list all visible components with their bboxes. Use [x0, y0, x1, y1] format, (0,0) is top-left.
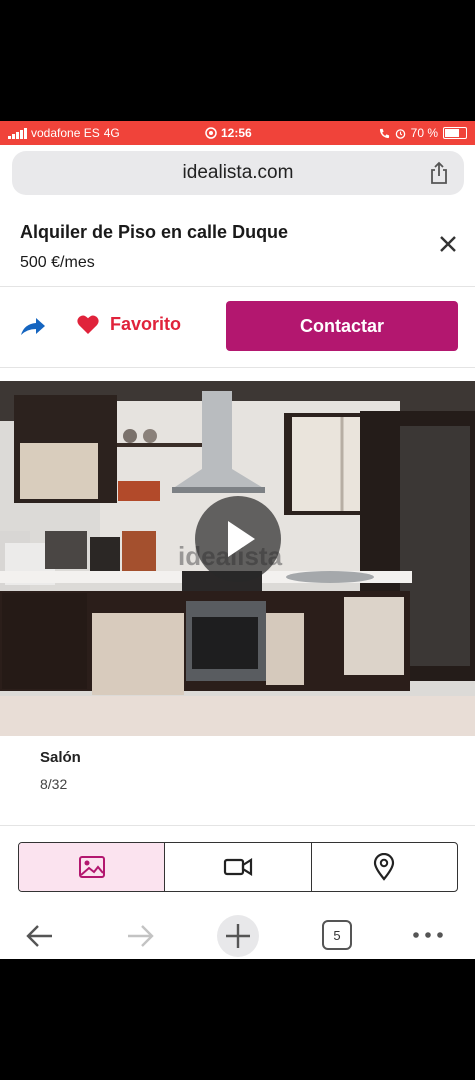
media-tabs	[18, 842, 458, 892]
phone-icon	[379, 128, 389, 138]
carrier-name: vodafone ES	[31, 126, 100, 140]
back-arrow-icon[interactable]	[24, 921, 56, 951]
browser-toolbar: 5	[0, 913, 475, 959]
recording-icon	[205, 127, 217, 139]
listing-title: Alquiler de Piso en calle Duque	[20, 222, 289, 242]
location-pin-icon	[374, 853, 395, 881]
divider	[0, 825, 475, 826]
status-bar: vodafone ES 4G 12:56 70 %	[0, 121, 475, 145]
contact-button[interactable]: Contactar	[226, 301, 458, 351]
divider	[0, 367, 475, 368]
more-options-icon[interactable]	[411, 925, 445, 945]
tab-map[interactable]	[312, 843, 457, 891]
listing-price: 500 €/mes	[20, 254, 95, 271]
plus-icon	[226, 924, 250, 948]
network-type: 4G	[103, 126, 120, 140]
new-tab-button[interactable]	[217, 915, 259, 957]
favorite-label: Favorito	[110, 314, 182, 334]
photo-counter: 8/32	[40, 776, 68, 792]
divider	[0, 286, 475, 287]
listing-photo[interactable]: idealista	[0, 381, 475, 736]
tab-video[interactable]	[165, 843, 312, 891]
image-icon	[78, 856, 105, 878]
signal-icon	[8, 127, 27, 139]
battery-icon	[443, 127, 467, 139]
play-icon	[228, 521, 255, 557]
alarm-icon	[395, 128, 405, 139]
photo-caption: Salón	[40, 749, 81, 766]
favorite-button[interactable]: Favorito	[76, 314, 181, 335]
close-icon[interactable]	[437, 233, 459, 255]
tabs-count-button[interactable]: 5	[322, 920, 352, 950]
clock: 12:56	[221, 126, 252, 140]
heart-icon	[77, 315, 99, 335]
play-button[interactable]	[195, 496, 281, 582]
address-bar[interactable]: idealista.com	[12, 151, 464, 195]
share-icon[interactable]	[428, 161, 450, 185]
share-arrow-icon[interactable]	[18, 315, 48, 339]
tab-photos[interactable]	[19, 843, 166, 891]
battery-percent: 70 %	[410, 126, 438, 140]
phone-screen: vodafone ES 4G 12:56 70 % idealista.com …	[0, 121, 475, 959]
forward-arrow-icon[interactable]	[124, 921, 156, 951]
url-text: idealista.com	[182, 162, 294, 183]
video-camera-icon	[223, 858, 253, 876]
